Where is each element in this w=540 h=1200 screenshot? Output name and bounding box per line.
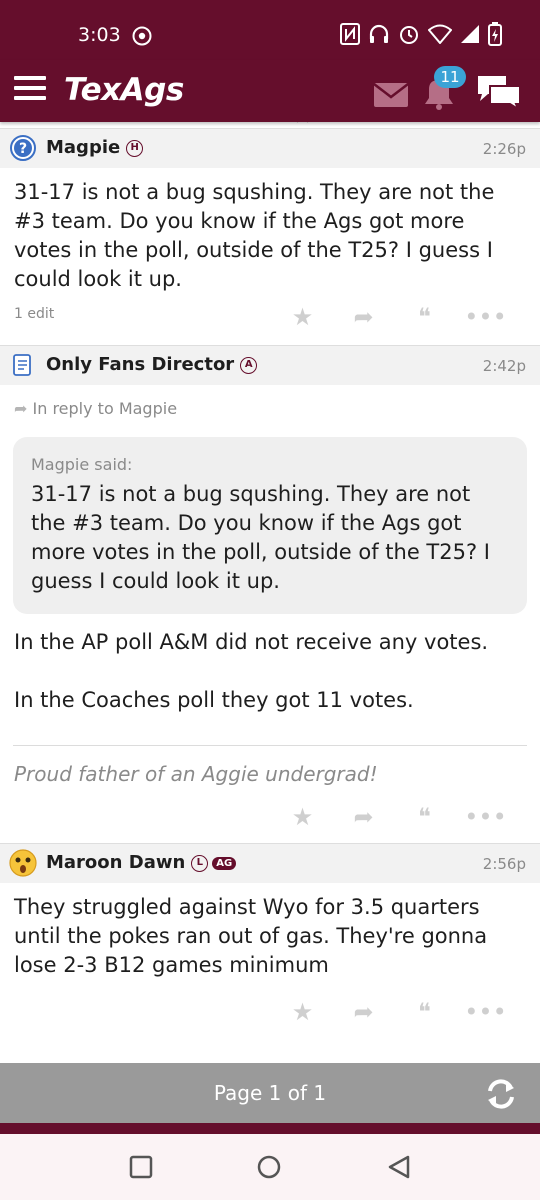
post: Maroon Dawn L AG 2:56p They struggled agai… (0, 843, 540, 1035)
mail-icon[interactable] (374, 83, 408, 107)
edit-count[interactable]: 1 edit (14, 306, 54, 322)
chrome-icon (132, 26, 152, 46)
reply-arrow-icon: ➦ (14, 399, 28, 418)
post-author[interactable]: Magpie H (46, 137, 144, 158)
user-badge: A (240, 356, 258, 374)
post: Only Fans Director A 2:42p ➦ In reply to … (0, 345, 540, 840)
battery-icon (488, 22, 502, 46)
svg-text:?: ? (19, 141, 27, 157)
notification-badge: 11 (434, 66, 466, 88)
texags-logo[interactable]: TexAgs (64, 72, 184, 108)
post-time: 2:42p (482, 357, 526, 375)
status-bar: 3:03 (0, 0, 540, 60)
quote-text: 31-17 is not a bug squshing. They are no… (31, 482, 490, 593)
post-time: 2:56p (482, 855, 526, 873)
chat-icon[interactable] (476, 74, 522, 110)
author-name[interactable]: Maroon Dawn (46, 852, 185, 873)
post-header: Only Fans Director A 2:42p (0, 345, 540, 385)
status-time: 3:03 (78, 24, 121, 46)
headphones-icon (369, 24, 389, 43)
post-body: They struggled against Wyo for 3.5 quart… (14, 895, 488, 977)
reply-icon[interactable]: ➦ (333, 303, 394, 331)
system-nav-bar (0, 1134, 540, 1200)
reply-to-label: In reply to Magpie (32, 399, 178, 418)
post: ? Magpie H 2:26p 31-17 is not a bug sqush… (0, 128, 540, 342)
reply-to-link[interactable]: ➦ In reply to Magpie (0, 385, 540, 433)
post-actions: ★ ➦ ❝ ••• (0, 989, 540, 1035)
post-time: 2:26p (482, 140, 526, 158)
post-body: 31-17 is not a bug squshing. They are no… (14, 180, 495, 291)
quote-icon[interactable]: ❝ (394, 303, 455, 331)
author-name[interactable]: Magpie (46, 137, 120, 158)
star-icon[interactable]: ★ (272, 803, 333, 831)
status-icons (340, 22, 502, 46)
question-avatar-icon[interactable]: ? (10, 135, 36, 161)
recents-icon[interactable] (128, 1154, 154, 1180)
wifi-icon (428, 24, 452, 44)
reply-icon[interactable]: ➦ (333, 998, 394, 1026)
post-paragraph: In the AP poll A&M did not receive any v… (14, 630, 489, 654)
user-badge: H (126, 139, 144, 157)
back-icon[interactable] (386, 1154, 412, 1180)
post-actions: ★ ➦ ❝ ••• (0, 794, 540, 840)
post-paragraph: In the Coaches poll they got 11 votes. (14, 688, 414, 712)
post-author[interactable]: Maroon Dawn L AG (46, 852, 237, 873)
quote-block: Magpie said: 31-17 is not a bug squshing… (13, 437, 527, 614)
ag-badge: AG (212, 856, 237, 870)
author-name[interactable]: Only Fans Director (46, 354, 234, 375)
signature: Proud father of an Aggie undergrad! (14, 762, 378, 786)
notepad-avatar-icon[interactable] (10, 352, 36, 378)
home-icon[interactable] (256, 1154, 282, 1180)
quote-author: Magpie said: (31, 455, 133, 474)
post-header: Maroon Dawn L AG 2:56p (0, 843, 540, 883)
signal-icon (461, 25, 479, 43)
post-body: In the AP poll A&M did not receive any v… (0, 614, 540, 715)
nfc-icon (340, 23, 360, 45)
post-header: ? Magpie H 2:26p (0, 128, 540, 168)
surprised-face-avatar-icon[interactable] (8, 848, 38, 878)
alarm-icon (400, 26, 418, 44)
star-icon[interactable]: ★ (272, 303, 333, 331)
notifications-button[interactable]: 11 (420, 66, 466, 114)
quote-icon[interactable]: ❝ (394, 998, 455, 1026)
refresh-icon[interactable] (484, 1077, 518, 1111)
pager-bar: Page 1 of 1 (0, 1063, 540, 1123)
quote-icon[interactable]: ❝ (394, 803, 455, 831)
post-author[interactable]: Only Fans Director A (46, 354, 258, 375)
reply-icon[interactable]: ➦ (333, 803, 394, 831)
page-indicator[interactable]: Page 1 of 1 (0, 1081, 540, 1105)
post-actions: 1 edit ★ ➦ ❝ ••• (0, 292, 540, 342)
more-icon[interactable]: ••• (455, 303, 516, 331)
more-icon[interactable]: ••• (455, 998, 516, 1026)
user-badge: L (191, 854, 209, 872)
bottom-accent-strip (0, 1123, 540, 1134)
star-icon[interactable]: ★ (272, 998, 333, 1026)
menu-icon[interactable] (14, 76, 46, 104)
app-bar: TexAgs 11 (0, 60, 540, 122)
more-icon[interactable]: ••• (455, 803, 516, 831)
thread-content[interactable]: ★ ➦ ❝ ? Magpie H 2:26p 31-17 is not a bug… (0, 122, 540, 1062)
